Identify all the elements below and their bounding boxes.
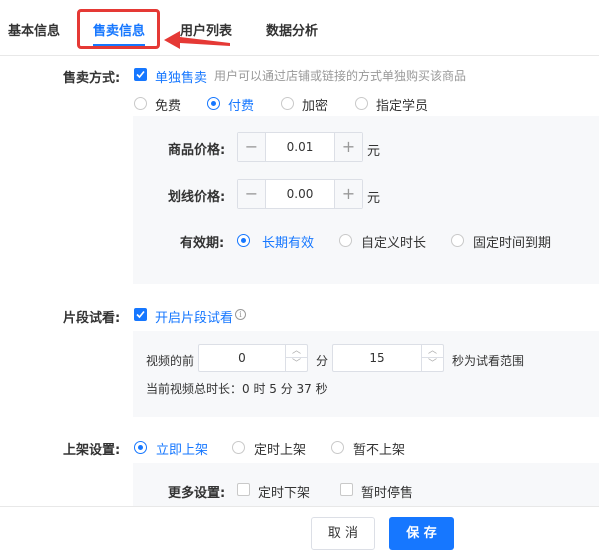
listing-now-label: 立即上架: [156, 443, 209, 458]
chevron-up-icon[interactable]: ︿: [286, 345, 307, 358]
listing-label: 上架设置:: [63, 443, 121, 458]
listing-scheduled-radio[interactable]: [232, 441, 245, 454]
annotation-highlight-box: [77, 9, 160, 49]
scheduled-delist-label: 定时下架: [258, 486, 311, 501]
single-sale-hint: 用户可以通过店铺或链接的方式单独购买该商品: [214, 69, 467, 83]
trial-seconds-input[interactable]: 15: [333, 345, 421, 371]
validity-fixed-label: 固定时间到期: [473, 236, 552, 251]
trial-minutes-unit: 分: [316, 354, 329, 368]
chevron-up-icon[interactable]: ︿: [422, 345, 443, 358]
listing-now-radio[interactable]: [134, 441, 147, 454]
check-icon: [136, 310, 145, 319]
tab-bar: 基本信息 售卖信息 用户列表 数据分析: [0, 0, 599, 56]
strike-price-label: 划线价格:: [168, 190, 226, 205]
validity-fixed-radio[interactable]: [451, 234, 464, 247]
pause-sale-label: 暂时停售: [361, 486, 414, 501]
price-increment-button[interactable]: +: [334, 133, 362, 161]
validity-permanent-radio[interactable]: [237, 234, 250, 247]
more-settings-label: 更多设置:: [168, 486, 226, 501]
price-decrement-button[interactable]: −: [238, 133, 266, 161]
info-icon[interactable]: i: [235, 309, 246, 320]
validity-permanent-label: 长期有效: [262, 236, 315, 251]
save-button[interactable]: 保 存: [389, 517, 454, 550]
trial-minutes-arrows: ︿ ﹀: [285, 345, 307, 371]
strike-price-increment-button[interactable]: +: [334, 180, 362, 208]
chevron-down-icon[interactable]: ﹀: [286, 358, 307, 371]
chevron-down-icon[interactable]: ﹀: [422, 358, 443, 371]
price-stepper: − 0.01 +: [237, 132, 363, 162]
footer-bar: 取 消 保 存: [0, 506, 599, 556]
price-label: 商品价格:: [168, 143, 226, 158]
cancel-button[interactable]: 取 消: [311, 517, 375, 550]
price-type-encrypted-radio[interactable]: [281, 97, 294, 110]
validity-label: 有效期:: [180, 236, 225, 251]
price-type-paid-label: 付费: [228, 99, 255, 114]
trial-label: 片段试看:: [63, 311, 121, 326]
annotation-arrow-icon: [164, 31, 230, 49]
trial-checkbox-label: 开启片段试看: [155, 311, 234, 326]
price-input[interactable]: 0.01: [266, 133, 334, 161]
trial-seconds-arrows: ︿ ﹀: [421, 345, 443, 371]
scheduled-delist-checkbox[interactable]: [237, 483, 250, 496]
tab-basic-info[interactable]: 基本信息: [8, 20, 60, 39]
strike-price-stepper: − 0.00 +: [237, 179, 363, 209]
price-type-free-radio[interactable]: [134, 97, 147, 110]
price-type-assigned-radio[interactable]: [355, 97, 368, 110]
single-sale-label: 单独售卖: [155, 71, 208, 86]
validity-custom-radio[interactable]: [339, 234, 352, 247]
validity-custom-label: 自定义时长: [361, 236, 427, 251]
sale-method-label: 售卖方式:: [63, 71, 121, 86]
trial-minutes-stepper: 0 ︿ ﹀: [198, 344, 308, 372]
trial-minutes-input[interactable]: 0: [199, 345, 285, 371]
trial-seconds-stepper: 15 ︿ ﹀: [332, 344, 444, 372]
listing-not-now-radio[interactable]: [331, 441, 344, 454]
video-duration-text: 当前视频总时长：0 时 5 分 37 秒: [146, 382, 328, 396]
price-unit: 元: [367, 144, 381, 159]
check-icon: [136, 70, 145, 79]
tab-data-analysis[interactable]: 数据分析: [266, 20, 318, 39]
strike-price-unit: 元: [367, 191, 381, 206]
trial-checkbox[interactable]: [134, 308, 147, 321]
strike-price-input[interactable]: 0.00: [266, 180, 334, 208]
price-type-free-label: 免费: [155, 99, 182, 114]
listing-scheduled-label: 定时上架: [254, 443, 307, 458]
trial-seconds-suffix: 秒为试看范围: [452, 354, 525, 368]
pause-sale-checkbox[interactable]: [340, 483, 353, 496]
strike-price-decrement-button[interactable]: −: [238, 180, 266, 208]
trial-prefix-text: 视频的前: [146, 354, 195, 368]
price-type-paid-radio[interactable]: [207, 97, 220, 110]
price-type-encrypted-label: 加密: [302, 99, 329, 114]
listing-not-now-label: 暂不上架: [353, 443, 406, 458]
price-type-assigned-label: 指定学员: [376, 99, 429, 114]
single-sale-checkbox[interactable]: [134, 68, 147, 81]
